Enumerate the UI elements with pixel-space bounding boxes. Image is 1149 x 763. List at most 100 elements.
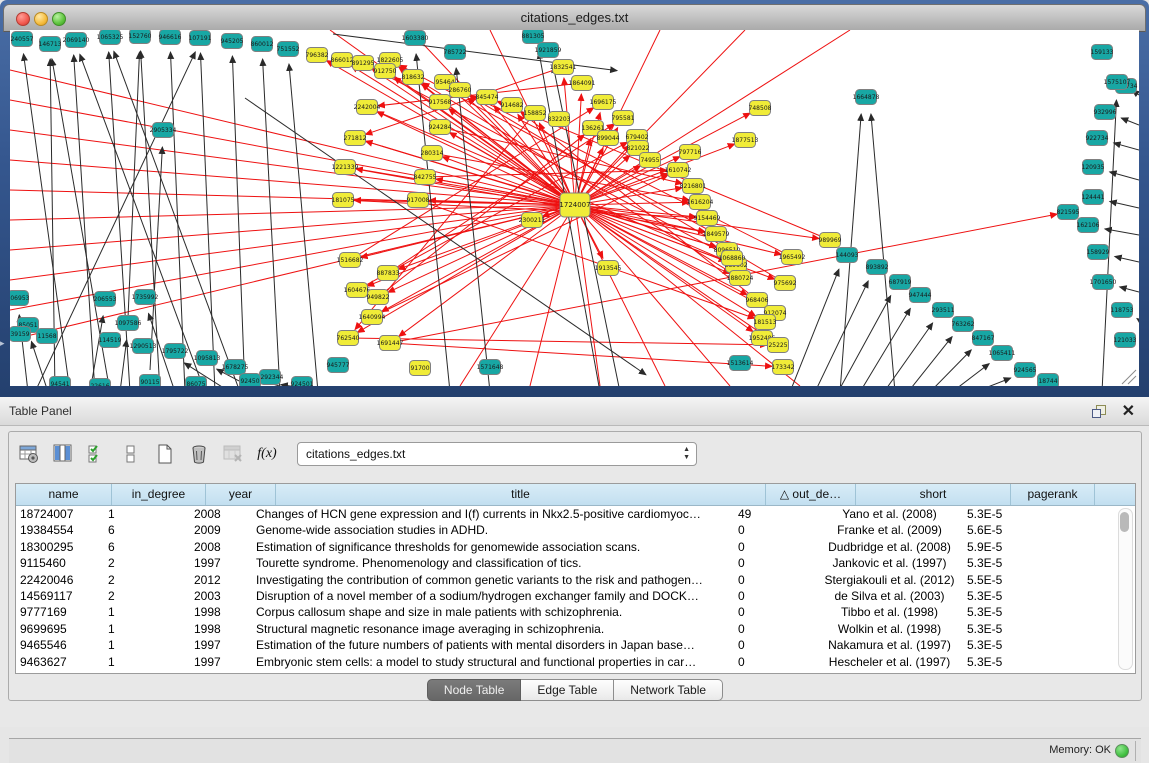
graph-node[interactable]: 891295 bbox=[352, 56, 375, 71]
graph-node[interactable]: 206953 bbox=[7, 291, 30, 306]
table-select-combo[interactable]: citations_edges.txt ▲▼ bbox=[297, 442, 697, 466]
graph-node[interactable]: 949822 bbox=[367, 290, 390, 305]
graph-node[interactable]: 271812 bbox=[344, 131, 367, 146]
graph-node[interactable]: 158929 bbox=[1087, 245, 1110, 260]
float-panel-icon[interactable] bbox=[1092, 405, 1105, 417]
function-builder-icon[interactable]: f(x) bbox=[253, 440, 281, 468]
graph-node[interactable]: 924501 bbox=[291, 377, 314, 392]
graph-node[interactable]: 1640994 bbox=[359, 310, 386, 325]
graph-node[interactable]: 785722 bbox=[444, 45, 467, 60]
graph-node[interactable]: 1616204 bbox=[687, 195, 714, 210]
column-header-out_de[interactable]: △ out_de… bbox=[766, 484, 856, 505]
table-row[interactable]: 1872400712008Changes of HCN gene express… bbox=[16, 506, 1135, 522]
graph-node[interactable]: 173342 bbox=[772, 360, 795, 375]
graph-node[interactable]: 860012 bbox=[251, 37, 274, 52]
graph-node[interactable]: 687919 bbox=[889, 275, 912, 290]
table-row[interactable]: 946362711997Embryonic stem cells: a mode… bbox=[16, 654, 1135, 670]
graph-node[interactable]: 1068860 bbox=[719, 251, 746, 266]
table-row[interactable]: 911546021997Tourette syndrome. Phenomeno… bbox=[16, 555, 1135, 571]
graph-node[interactable]: 818632 bbox=[402, 70, 425, 85]
graph-node[interactable]: 144093 bbox=[836, 248, 859, 263]
graph-node[interactable]: 107191 bbox=[189, 31, 212, 46]
graph-node[interactable]: 842755 bbox=[414, 170, 437, 185]
graph-node[interactable]: 924284 bbox=[429, 120, 452, 135]
column-header-year[interactable]: year bbox=[206, 484, 276, 505]
graph-node[interactable]: 1795722 bbox=[162, 344, 189, 359]
graph-node[interactable]: 90115 bbox=[140, 375, 161, 390]
table-row[interactable]: 1456911722003Disruption of a novel membe… bbox=[16, 588, 1135, 604]
graph-node[interactable]: 1877513 bbox=[732, 133, 759, 148]
graph-node[interactable]: 293511 bbox=[932, 303, 955, 318]
graph-node[interactable]: 286760 bbox=[449, 83, 472, 98]
graph-node[interactable]: 162106 bbox=[1077, 218, 1100, 233]
graph-node[interactable]: 945205 bbox=[221, 34, 244, 49]
graph-node[interactable]: 1864091 bbox=[569, 76, 596, 91]
graph-node[interactable]: 86075 bbox=[186, 377, 207, 392]
graph-node[interactable]: 1513614 bbox=[727, 356, 754, 371]
column-header-name[interactable]: name bbox=[16, 484, 112, 505]
graph-node[interactable]: 1701650 bbox=[1090, 275, 1117, 290]
vertical-scrollbar[interactable] bbox=[1118, 508, 1133, 670]
graph-node[interactable]: 1571648 bbox=[477, 360, 504, 375]
graph-node[interactable]: 8216801 bbox=[680, 179, 707, 194]
graph-node[interactable]: 2905334 bbox=[150, 123, 177, 138]
graph-node[interactable]: 25225 bbox=[768, 338, 789, 353]
select-all-rows-icon[interactable] bbox=[83, 440, 111, 468]
graph-node[interactable]: 1691447 bbox=[377, 336, 404, 351]
graph-node[interactable]: 922734 bbox=[1086, 131, 1109, 146]
column-header-pagerank[interactable]: pagerank bbox=[1011, 484, 1095, 505]
graph-node[interactable]: 914682 bbox=[501, 98, 524, 113]
graph-node[interactable]: 947444 bbox=[909, 288, 932, 303]
graph-node[interactable]: 152760 bbox=[129, 29, 152, 44]
graph-node[interactable]: 893892 bbox=[866, 260, 889, 275]
new-column-icon[interactable] bbox=[151, 440, 179, 468]
graph-node[interactable]: 796382 bbox=[306, 48, 329, 63]
table-row[interactable]: 977716911998Corpus callosum shape and si… bbox=[16, 604, 1135, 620]
graph-node[interactable]: 11568 bbox=[37, 329, 58, 344]
graph-node[interactable]: 114519 bbox=[99, 333, 122, 348]
graph-node[interactable]: 9154469 bbox=[694, 211, 721, 226]
graph-node[interactable]: 899044 bbox=[597, 131, 620, 146]
table-row[interactable]: 969969511998Structural magnetic resonanc… bbox=[16, 621, 1135, 637]
graph-node[interactable]: 1735992 bbox=[132, 290, 159, 305]
graph-node[interactable]: 762540 bbox=[337, 331, 360, 346]
graph-node[interactable]: 1849579 bbox=[703, 227, 730, 242]
graph-node[interactable]: 121033 bbox=[1114, 333, 1137, 348]
close-panel-icon[interactable]: ✕ bbox=[1122, 401, 1135, 421]
graph-node[interactable]: 945777 bbox=[327, 358, 350, 373]
graph-node[interactable]: 932996 bbox=[1094, 105, 1117, 120]
graph-node[interactable]: 797716 bbox=[679, 145, 702, 160]
graph-node[interactable]: 1696175 bbox=[590, 95, 617, 110]
graph-node[interactable]: 2242004 bbox=[354, 100, 381, 115]
column-header-in_degree[interactable]: in_degree bbox=[112, 484, 206, 505]
graph-node[interactable]: 120935 bbox=[1082, 160, 1105, 175]
unselect-rows-icon[interactable] bbox=[117, 440, 145, 468]
delete-column-icon[interactable] bbox=[185, 440, 213, 468]
graph-node[interactable]: 1921859 bbox=[535, 43, 562, 58]
graph-node[interactable]: 912750 bbox=[374, 64, 397, 79]
tab-node-table[interactable]: Node Table bbox=[427, 679, 522, 701]
graph-node[interactable]: 1575107 bbox=[1104, 75, 1131, 90]
collapse-panel-handle[interactable]: ▸ bbox=[0, 338, 5, 349]
graph-node[interactable]: 18744 bbox=[1038, 374, 1059, 389]
table-settings-icon[interactable] bbox=[15, 440, 43, 468]
graph-node[interactable]: 1221339 bbox=[332, 160, 359, 175]
graph-node[interactable]: 832203 bbox=[548, 112, 571, 127]
graph-node[interactable]: 748508 bbox=[749, 101, 772, 116]
graph-node[interactable]: 74955 bbox=[640, 153, 661, 168]
network-canvas[interactable]: 2405571467132069140106532515276094661610… bbox=[0, 0, 1149, 397]
graph-node[interactable]: 924565 bbox=[1014, 363, 1037, 378]
graph-node[interactable]: 92450 bbox=[240, 374, 261, 389]
graph-node[interactable]: 989969 bbox=[819, 233, 842, 248]
graph-node[interactable]: 1880724 bbox=[727, 271, 754, 286]
graph-node[interactable]: 181513 bbox=[754, 315, 777, 330]
graph-node[interactable]: 866012 bbox=[331, 53, 354, 68]
graph-node[interactable]: 946616 bbox=[159, 30, 182, 45]
graph-node[interactable]: 917568 bbox=[429, 95, 452, 110]
graph-node[interactable]: 1516682 bbox=[337, 253, 364, 268]
graph-node[interactable]: 91700 bbox=[410, 361, 431, 376]
column-header-short[interactable]: short bbox=[856, 484, 1011, 505]
graph-node[interactable]: 118753 bbox=[1111, 303, 1134, 318]
graph-node[interactable]: 22616 bbox=[90, 379, 111, 394]
graph-node[interactable]: 146713 bbox=[39, 37, 62, 52]
